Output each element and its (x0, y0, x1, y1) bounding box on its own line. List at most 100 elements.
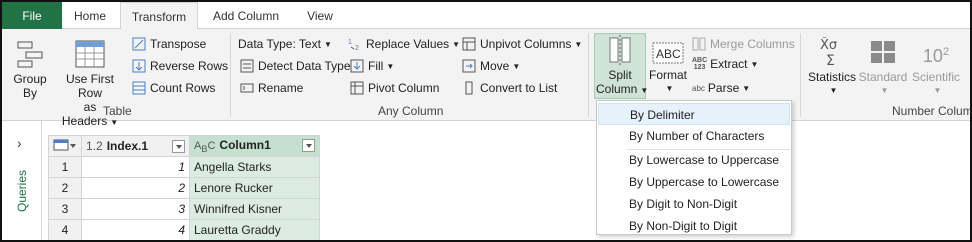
tab-transform[interactable]: Transform (120, 2, 198, 30)
data-type-dropdown[interactable]: Data Type: Text ▼ (238, 37, 332, 51)
move-button[interactable]: Move ▼ (462, 59, 520, 73)
unpivot-columns-button[interactable]: Unpivot Columns ▼ (462, 37, 582, 51)
column-header-index[interactable]: 1.2 Index.1 (81, 135, 190, 157)
index-cell[interactable]: 2 (81, 177, 190, 199)
chevron-down-icon: ▼ (880, 86, 889, 95)
index-cell[interactable]: 4 (81, 219, 190, 240)
menu-item-by-number-of-characters[interactable]: By Number of Characters (598, 125, 790, 147)
standard-button[interactable]: Standard ▼ (858, 37, 908, 98)
format-label: Format (648, 68, 687, 82)
sigma-icon: X̄σ Σ (818, 37, 846, 69)
queries-label[interactable]: Queries (15, 170, 29, 212)
filter-dropdown-icon[interactable] (302, 138, 315, 152)
fill-button[interactable]: Fill ▼ (350, 59, 394, 73)
column-header-label: Index.1 (106, 139, 149, 153)
detect-data-type-label: Detect Data Type (258, 59, 351, 73)
merge-columns-button[interactable]: Merge Columns (692, 37, 795, 51)
filter-dropdown-icon[interactable] (172, 140, 185, 153)
detect-data-type-button[interactable]: Detect Data Type (240, 59, 351, 73)
convert-to-list-label: Convert to List (480, 81, 558, 95)
count-rows-button[interactable]: Count Rows (132, 81, 215, 95)
rename-button[interactable]: Rename (240, 81, 303, 95)
group-separator (588, 33, 589, 117)
rename-label: Rename (258, 81, 304, 95)
abc-123-icon-bottom: 123 (693, 64, 706, 71)
format-icon: ABC (652, 41, 684, 65)
group-by-label-2: By (22, 86, 37, 100)
menu-item-upper-to-lower[interactable]: By Uppercase to Lowercase (598, 171, 790, 193)
chevron-down-icon: ▼ (512, 61, 521, 71)
transpose-icon (132, 37, 146, 51)
split-column-button[interactable]: Split Column ▼ (596, 35, 648, 98)
replace-values-label: Replace Values (366, 37, 450, 51)
chevron-down-icon: ▼ (750, 59, 759, 69)
statistics-button[interactable]: X̄σ Σ Statistics ▼ (808, 37, 856, 98)
menu-item-non-digit-to-digit[interactable]: By Non-Digit to Digit (598, 215, 790, 237)
tab-view[interactable]: View (294, 2, 346, 29)
scientific-button[interactable]: 102 Scientific ▼ (910, 37, 962, 98)
fill-down-icon (350, 59, 364, 73)
unpivot-icon (462, 37, 476, 51)
column-header-label: Column1 (219, 137, 271, 152)
count-rows-icon (132, 81, 146, 95)
index-cell[interactable]: 3 (81, 198, 190, 220)
abc-123-icon: ABC 123 (692, 57, 707, 71)
table-menu-cell[interactable] (48, 135, 82, 157)
decimal-type-icon: 1.2 (86, 139, 103, 153)
queries-pane: › Queries (2, 121, 42, 240)
tab-file[interactable]: File (2, 2, 62, 29)
svg-text:X̄σ: X̄σ (820, 38, 837, 53)
transpose-button[interactable]: Transpose (132, 37, 206, 51)
table-menu-icon[interactable] (53, 138, 77, 152)
extract-label: Extract (710, 57, 748, 71)
use-first-row-label-2: as Headers (61, 100, 108, 128)
table-row: 3 3 Winnifred Kisner (48, 198, 320, 220)
replace-values-button[interactable]: 12 Replace Values ▼ (348, 37, 460, 52)
pivot-column-button[interactable]: Pivot Column (350, 81, 439, 95)
extract-button[interactable]: ABC 123 Extract ▼ (692, 57, 758, 71)
reverse-rows-button[interactable]: Reverse Rows (132, 59, 228, 73)
use-first-row-label-1: Use First Row (66, 72, 114, 100)
fill-label: Fill (368, 59, 384, 73)
group-separator (230, 33, 231, 117)
name-cell[interactable]: Winnifred Kisner (189, 198, 320, 220)
pivot-column-label: Pivot Column (368, 81, 440, 95)
merge-columns-icon (692, 37, 706, 51)
reverse-rows-label: Reverse Rows (150, 59, 229, 73)
index-cell[interactable]: 1 (81, 156, 190, 178)
chevron-down-icon: ▼ (829, 86, 838, 95)
tab-home[interactable]: Home (64, 2, 116, 29)
scientific-label: Scientific (911, 70, 961, 84)
row-number: 4 (48, 219, 82, 240)
table-row: 2 2 Lenore Rucker (48, 177, 320, 199)
split-column-menu: By Delimiter By Number of Characters By … (596, 100, 792, 235)
chevron-right-icon[interactable]: › (17, 135, 22, 151)
menu-item-by-delimiter[interactable]: By Delimiter (598, 103, 790, 125)
merge-columns-label: Merge Columns (710, 37, 795, 51)
column-header-column1[interactable]: ABC Column1 (189, 135, 320, 157)
menu-item-lower-to-upper[interactable]: By Lowercase to Uppercase (598, 149, 790, 171)
count-rows-label: Count Rows (150, 81, 216, 95)
statistics-label: Statistics (808, 70, 857, 84)
name-cell[interactable]: Lenore Rucker (189, 177, 320, 199)
move-icon (462, 59, 476, 73)
group-separator (800, 33, 801, 117)
name-cell[interactable]: Lauretta Graddy (189, 219, 320, 240)
convert-to-list-button[interactable]: Convert to List (462, 81, 557, 95)
tab-add-column[interactable]: Add Column (202, 2, 290, 29)
split-column-label-2: Column (596, 82, 638, 96)
name-cell[interactable]: Angella Starks (189, 156, 320, 178)
unpivot-columns-label: Unpivot Columns (480, 37, 572, 51)
list-icon (462, 81, 476, 95)
app-window: File Home Transform Add Column View Grou… (0, 0, 972, 242)
group-by-button[interactable]: Group By (10, 39, 50, 100)
row-number: 1 (48, 156, 82, 178)
move-label: Move (480, 59, 510, 73)
standard-label: Standard (858, 70, 908, 84)
svg-text:2: 2 (355, 45, 359, 51)
parse-button[interactable]: abc Parse ▼ (692, 81, 750, 95)
menu-item-digit-to-non-digit[interactable]: By Digit to Non-Digit (598, 193, 790, 215)
split-column-label-1: Split (608, 68, 632, 82)
format-button[interactable]: ABC Format ▼ (648, 41, 688, 96)
replace-values-icon: 12 (348, 37, 362, 52)
